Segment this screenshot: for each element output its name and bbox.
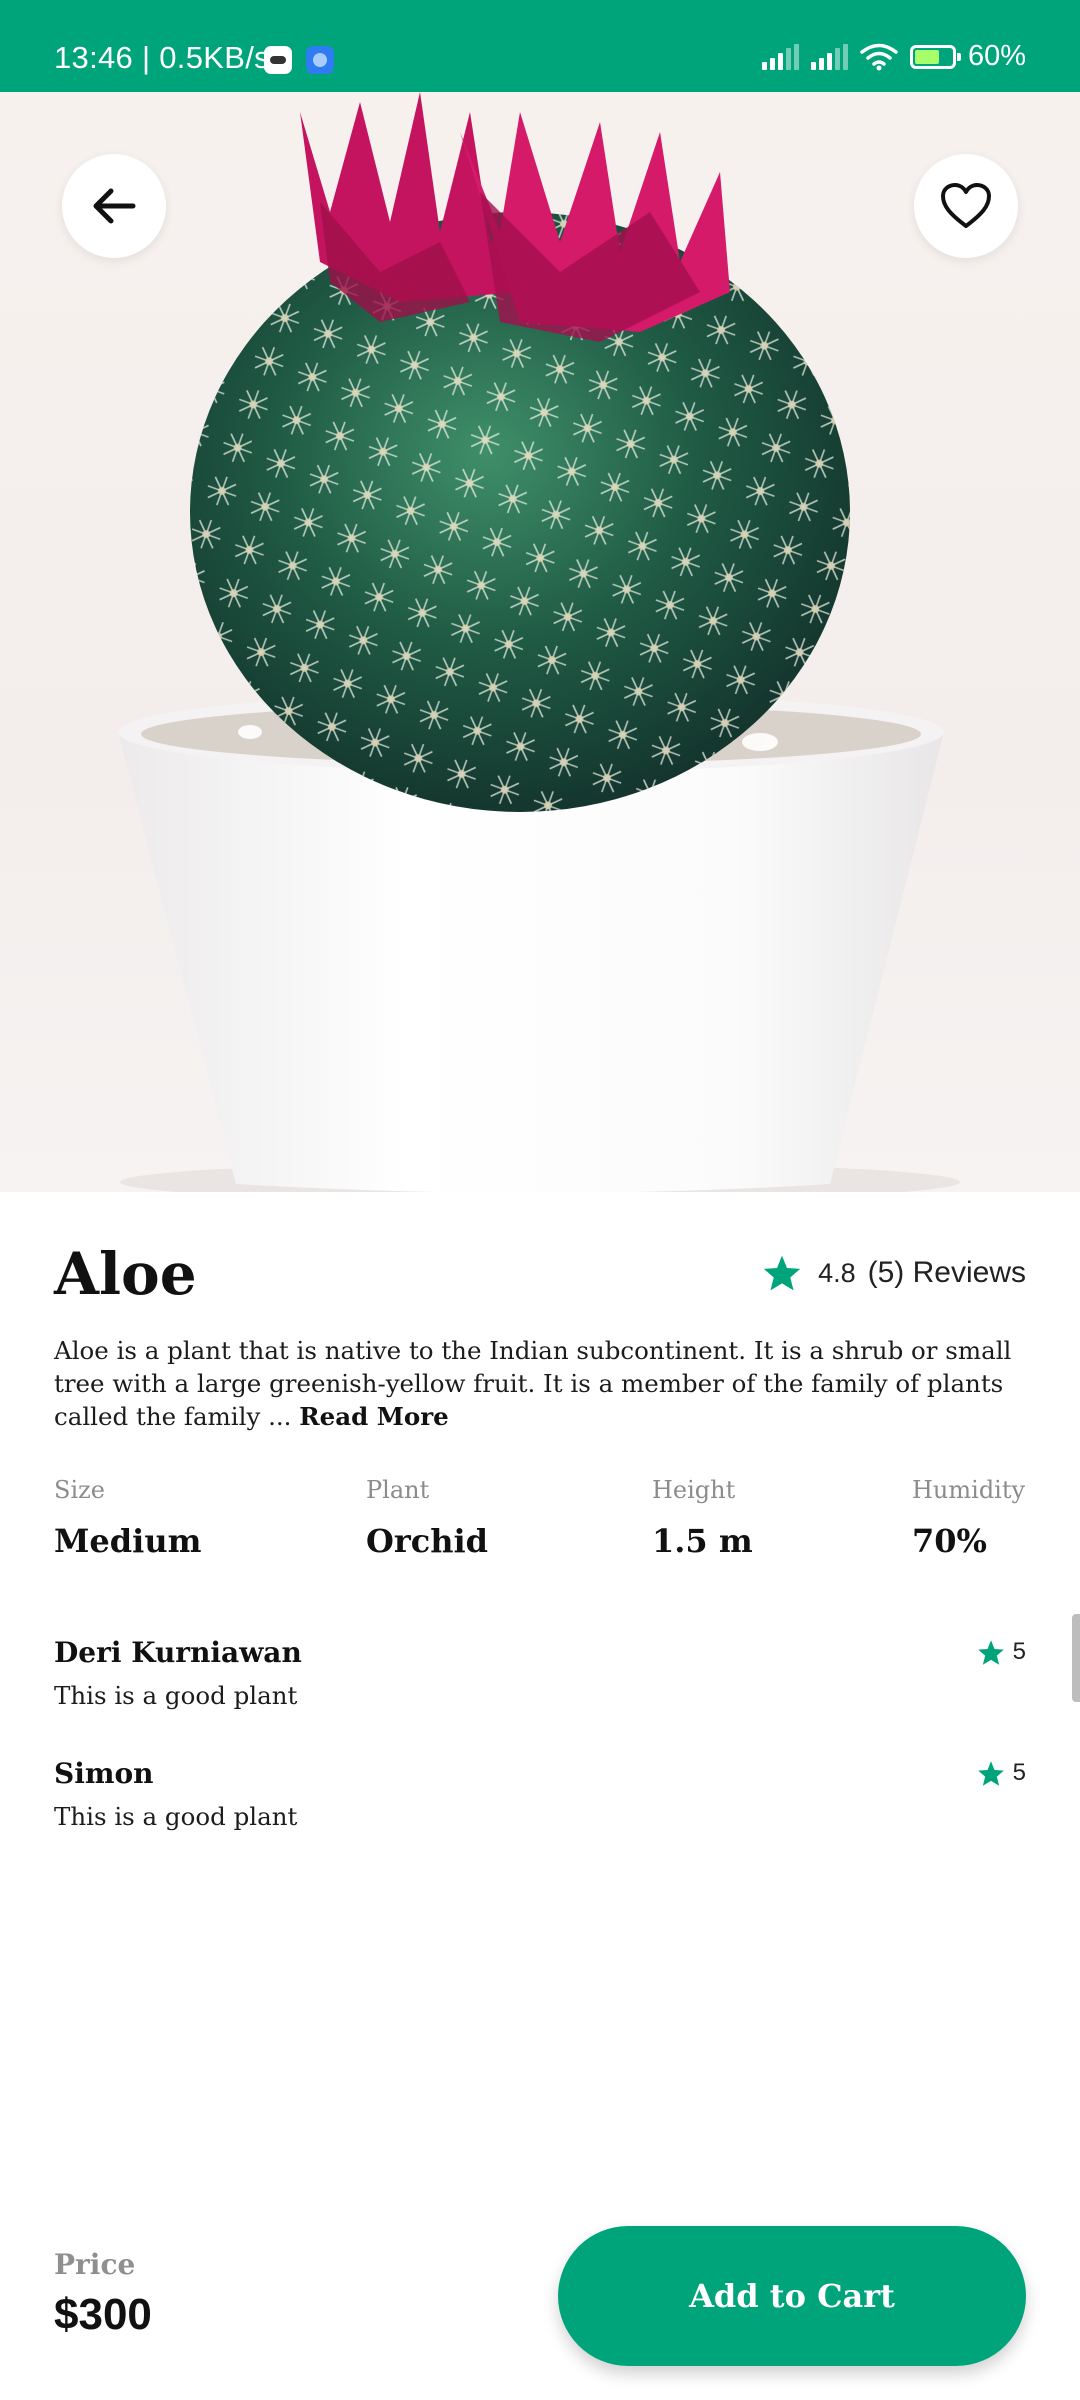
reviews-count: (5) Reviews <box>867 1256 1026 1289</box>
product-description: Aloe is a plant that is native to the In… <box>54 1334 1034 1433</box>
review-text: This is a good plant <box>54 1802 298 1831</box>
product-rating[interactable]: 4.8 (5) Reviews <box>762 1254 1026 1292</box>
spec-value: Orchid <box>366 1522 489 1560</box>
star-icon <box>977 1760 1004 1786</box>
spec-label: Humidity <box>912 1476 1026 1504</box>
price-label: Price <box>54 2248 136 2281</box>
status-indicators: 60% <box>761 40 1026 73</box>
review-rating: 5 <box>977 1638 1026 1666</box>
notification-app-icon <box>306 46 334 74</box>
status-bar: 13:46 | 0.5KB/s 60% <box>0 0 1080 92</box>
reviewer-name: Deri Kurniawan <box>54 1636 302 1669</box>
spec-value: 1.5 m <box>652 1522 753 1560</box>
review-item: Simon This is a good plant 5 <box>54 1757 1026 1831</box>
spec-label: Plant <box>366 1476 430 1504</box>
spec-label: Size <box>54 1476 105 1504</box>
battery-charging-icon <box>909 44 961 69</box>
review-rating: 5 <box>977 1759 1026 1787</box>
battery-level: 60% <box>967 40 1026 72</box>
description-text: Aloe is a plant that is native to the In… <box>54 1336 1012 1431</box>
review-item: Deri Kurniawan This is a good plant 5 <box>54 1636 1026 1710</box>
review-rating-value: 5 <box>1012 1759 1026 1786</box>
review-text: This is a good plant <box>54 1681 298 1710</box>
status-time: 13:46 | 0.5KB/s <box>54 40 270 75</box>
read-more-link[interactable]: Read More <box>299 1402 448 1431</box>
spec-plant: Plant Orchid <box>366 1476 488 1560</box>
product-specs: Size Medium Plant Orchid Height 1.5 m Hu… <box>54 1476 1026 1586</box>
add-to-cart-label: Add to Cart <box>689 2277 895 2315</box>
spec-humidity: Humidity 70% <box>912 1476 1025 1560</box>
signal-icon <box>761 43 799 70</box>
add-to-cart-button[interactable]: Add to Cart <box>558 2226 1026 2366</box>
spec-value: 70% <box>912 1522 987 1560</box>
notification-app-icon <box>264 46 292 74</box>
star-icon <box>977 1639 1004 1665</box>
wifi-icon <box>860 43 898 70</box>
cactus-image <box>118 92 960 1192</box>
spec-value: Medium <box>54 1522 202 1560</box>
spec-label: Height <box>652 1476 736 1504</box>
star-icon <box>763 1255 801 1291</box>
favorite-button[interactable] <box>914 154 1018 258</box>
signal-icon <box>810 43 848 70</box>
reviewer-name: Simon <box>54 1757 154 1790</box>
spec-size: Size Medium <box>54 1476 201 1560</box>
spec-height: Height 1.5 m <box>652 1476 753 1560</box>
product-image <box>0 92 1080 1192</box>
scrollbar[interactable] <box>1072 1614 1080 1702</box>
product-name: Aloe <box>54 1240 197 1308</box>
arrow-left-icon <box>93 188 136 224</box>
back-button[interactable] <box>62 154 166 258</box>
rating-value: 4.8 <box>818 1257 856 1288</box>
review-rating-value: 5 <box>1012 1638 1026 1665</box>
price-value: $300 <box>54 2290 152 2339</box>
heart-outline-icon <box>941 183 991 228</box>
